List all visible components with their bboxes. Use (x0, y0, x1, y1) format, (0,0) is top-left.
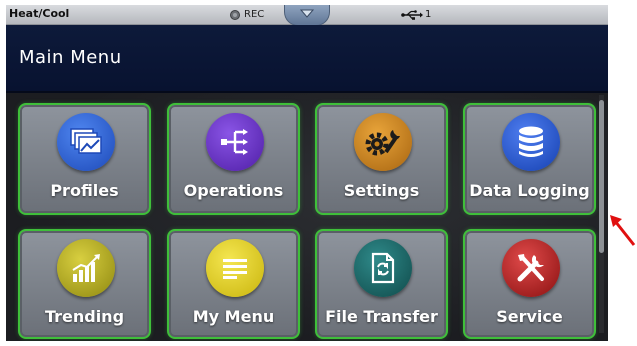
my-menu-button[interactable]: My Menu (167, 229, 300, 339)
annotation-arrow-icon (610, 215, 636, 246)
usb-icon (401, 9, 423, 20)
hmi-screen: Heat/Cool REC 1 Main Menu Profiles Opera… (6, 5, 608, 341)
trending-button[interactable]: Trending (18, 229, 151, 339)
trending-icon (57, 239, 115, 297)
file-transfer-icon (354, 239, 412, 297)
operations-label: Operations (183, 181, 284, 200)
menu-grid: Profiles Operations Settings Data Loggin… (6, 93, 608, 341)
settings-button[interactable]: Settings (315, 103, 448, 215)
mode-label: Heat/Cool (9, 7, 70, 20)
pull-down-tab[interactable] (284, 5, 330, 26)
data-logging-label: Data Logging (469, 181, 590, 200)
title-bar: Main Menu (6, 25, 608, 93)
scrollbar-thumb[interactable] (599, 100, 604, 253)
page-title: Main Menu (19, 47, 122, 68)
chevron-down-icon (300, 9, 314, 18)
service-button[interactable]: Service (463, 229, 596, 339)
profiles-icon (57, 113, 115, 171)
status-bar: Heat/Cool REC 1 (6, 5, 608, 26)
usb-indicator: 1 (401, 8, 431, 21)
operations-button[interactable]: Operations (167, 103, 300, 215)
service-icon (502, 239, 560, 297)
operations-icon (206, 113, 264, 171)
file-transfer-label: File Transfer (325, 307, 438, 326)
database-icon (502, 113, 560, 171)
trending-label: Trending (44, 307, 125, 326)
record-indicator[interactable]: REC (230, 8, 264, 21)
my-menu-icon (206, 239, 264, 297)
settings-label: Settings (343, 181, 420, 200)
profiles-label: Profiles (50, 181, 119, 200)
file-transfer-button[interactable]: File Transfer (315, 229, 448, 339)
service-label: Service (496, 307, 563, 326)
record-icon (230, 9, 240, 20)
usb-count: 1 (425, 9, 432, 20)
settings-icon (354, 113, 412, 171)
my-menu-label: My Menu (192, 307, 275, 326)
data-logging-button[interactable]: Data Logging (463, 103, 596, 215)
profiles-button[interactable]: Profiles (18, 103, 151, 215)
record-label: REC (244, 9, 265, 20)
